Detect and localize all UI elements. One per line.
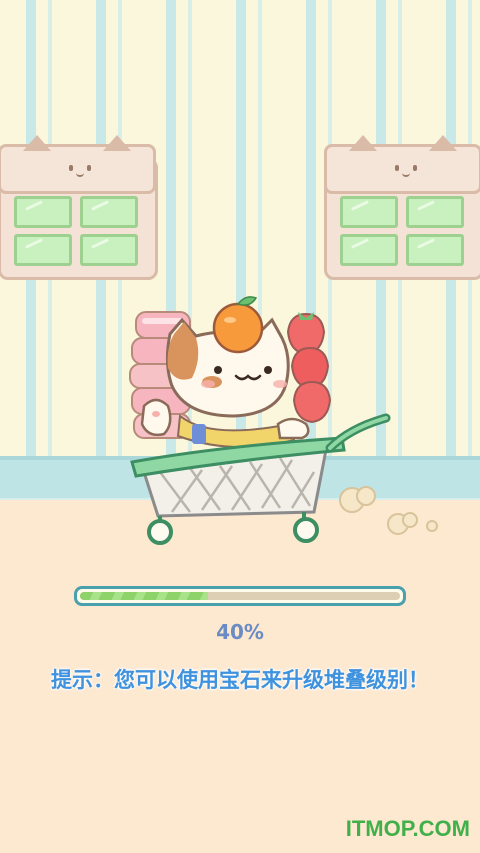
- site-watermark: ITMOP.COM: [345, 816, 470, 841]
- progress-percent: 40%: [216, 620, 264, 644]
- cat-face-icon: [65, 163, 95, 179]
- cat-face-icon: [391, 163, 421, 179]
- strawberry-stack: [286, 312, 332, 424]
- cat-window-right: [324, 135, 480, 280]
- loading-progress-bar: [74, 586, 406, 606]
- loading-tip: 提示：您可以使用宝石来升级堆叠级别！: [51, 668, 429, 692]
- dust-puff-small: [387, 512, 438, 535]
- tangerine: [212, 296, 264, 354]
- progress-fill: [80, 592, 208, 600]
- cat-window-left: [0, 135, 158, 280]
- dust-puff: [339, 486, 376, 513]
- cat-in-cart-illustration: [129, 296, 391, 545]
